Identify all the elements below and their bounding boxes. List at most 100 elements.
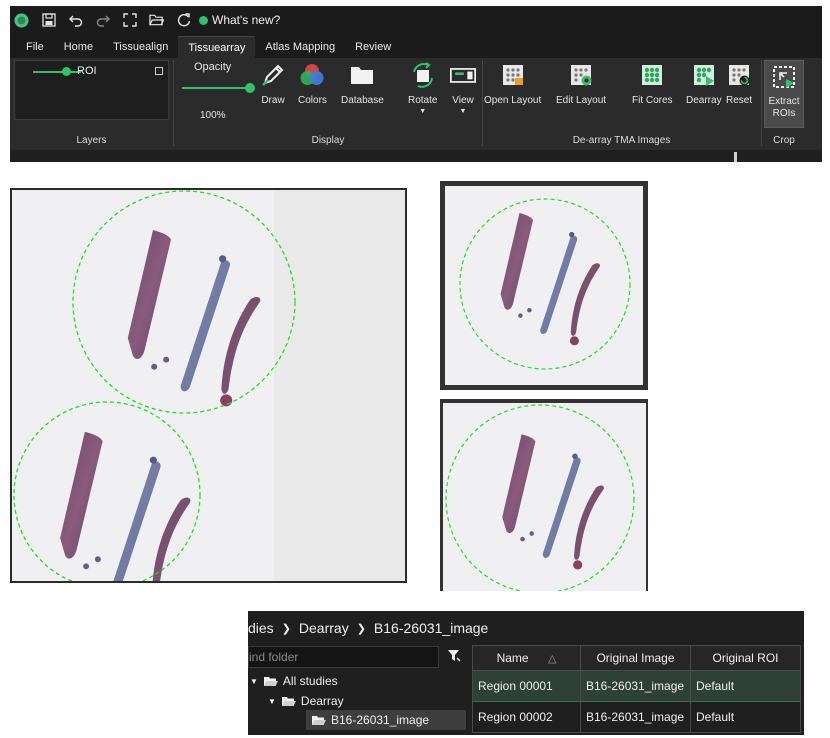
tree-item-b16-26031-image[interactable]: B16-26031_image	[312, 710, 429, 730]
pencil-icon	[260, 62, 286, 88]
fit-cores-button[interactable]: Fit Cores	[632, 62, 673, 106]
title-bar: What's new?	[10, 6, 822, 34]
roi-color-dot	[62, 67, 71, 76]
ribbon-shadow	[10, 150, 822, 162]
reset-button[interactable]: Reset	[726, 62, 752, 106]
column-header-name[interactable]: Name △	[472, 645, 581, 671]
dearray-button[interactable]: Dearray	[686, 62, 722, 106]
sort-ascending-icon[interactable]: △	[548, 653, 556, 665]
find-folder-input[interactable]: ind folder	[248, 646, 439, 668]
caret-down-icon[interactable]: ▼	[250, 677, 258, 686]
display-group-label: Display	[311, 135, 345, 146]
tree-item-all-studies[interactable]: ▼ All studies	[250, 671, 338, 691]
view-icon	[450, 62, 476, 88]
breadcrumb-item[interactable]: Dearray	[299, 620, 349, 636]
crop-group-label: Crop	[773, 135, 795, 146]
cell-name: Region 00002	[472, 701, 581, 733]
column-header-original-roi[interactable]: Original ROI	[690, 645, 801, 671]
tissue-core-image	[459, 198, 631, 370]
tree-item-label: All studies	[282, 674, 338, 688]
table-row[interactable]: Region 00002 B16-26031_image Default	[472, 701, 801, 733]
chevron-right-icon: ❯	[356, 622, 366, 635]
menu-atlas-mapping[interactable]: Atlas Mapping	[255, 36, 345, 58]
whats-new-link[interactable]: What's new?	[199, 13, 280, 27]
extract-label-line1: Extract	[768, 96, 800, 107]
view-button[interactable]: View ▼	[450, 62, 476, 115]
breadcrumb-item[interactable]: dies	[248, 620, 274, 636]
scroll-marker	[734, 152, 737, 162]
menu-file[interactable]: File	[16, 36, 54, 58]
database-button[interactable]: Database	[341, 62, 384, 106]
column-header-original-image[interactable]: Original Image	[580, 645, 691, 671]
extract-rois-icon	[771, 64, 797, 90]
source-image-panel[interactable]	[10, 188, 407, 583]
edit-layout-icon	[568, 62, 594, 88]
tree-item-dearray[interactable]: ▼ Dearray	[268, 691, 344, 711]
menu-tissuearray[interactable]: Tissuearray	[178, 36, 256, 58]
filter-icon[interactable]	[447, 649, 461, 663]
table-row[interactable]: Region 00001 B16-26031_image Default	[472, 670, 801, 702]
roi-circle[interactable]	[13, 401, 201, 581]
open-layout-button[interactable]: Open Layout	[484, 62, 541, 106]
open-folder-icon[interactable]	[149, 13, 164, 28]
fit-cores-label: Fit Cores	[632, 95, 673, 106]
fit-cores-icon	[639, 62, 665, 88]
whats-new-label: What's new?	[212, 13, 281, 27]
extracted-roi-image	[445, 186, 643, 385]
rotate-label: Rotate	[408, 95, 438, 106]
undo-icon[interactable]	[68, 13, 83, 28]
save-icon[interactable]	[41, 13, 56, 28]
menu-tissuealign[interactable]: Tissuealign	[103, 36, 178, 58]
colors-icon	[299, 62, 325, 88]
cell-original-image: B16-26031_image	[580, 670, 691, 702]
reset-label: Reset	[726, 95, 753, 106]
edit-layout-button[interactable]: Edit Layout	[556, 62, 606, 106]
separator	[173, 60, 174, 146]
caret-down-icon[interactable]: ▼	[268, 697, 276, 706]
cell-name: Region 00001	[472, 670, 581, 702]
roi-layer-label[interactable]: ROI	[77, 65, 97, 77]
breadcrumb-item[interactable]: B16-26031_image	[374, 620, 488, 636]
layer-options-icon[interactable]	[155, 67, 163, 75]
extract-label-line2: ROIs	[772, 108, 796, 119]
separator	[761, 60, 762, 146]
rotate-dropdown-icon[interactable]: ▼	[419, 108, 426, 115]
draw-label: Draw	[261, 95, 285, 106]
menu-home[interactable]: Home	[54, 36, 103, 58]
app-logo-icon	[14, 13, 29, 28]
rotate-button[interactable]: Rotate ▼	[408, 62, 437, 115]
fullscreen-icon[interactable]	[122, 13, 137, 28]
slide-image[interactable]	[12, 190, 405, 581]
cell-original-roi: Default	[690, 701, 801, 733]
tree-item-label: B16-26031_image	[331, 713, 430, 727]
roi-circle[interactable]	[445, 404, 635, 591]
extracted-roi-image	[443, 403, 646, 591]
redo-icon[interactable]	[95, 13, 110, 28]
extracted-roi-panel[interactable]	[440, 399, 648, 591]
cell-original-image: B16-26031_image	[580, 701, 691, 733]
opacity-slider-thumb[interactable]	[245, 83, 255, 93]
menu-review[interactable]: Review	[345, 36, 401, 58]
folder-open-icon	[281, 696, 296, 706]
roi-color-line	[33, 71, 81, 73]
roi-circle[interactable]	[459, 198, 631, 370]
cell-original-roi: Default	[690, 670, 801, 702]
colors-label: Colors	[298, 95, 327, 106]
dearray-group-label: De-array TMA Images	[572, 135, 671, 146]
view-dropdown-icon[interactable]: ▼	[460, 108, 467, 115]
folder-icon	[349, 62, 375, 88]
ribbon: ROI Layers Opacity 100% Draw Colors Data…	[10, 58, 822, 150]
opacity-slider-track[interactable]	[182, 87, 250, 89]
rotate-icon	[410, 62, 436, 88]
extracted-roi-panel[interactable]	[440, 181, 648, 390]
tree-item-label: Dearray	[300, 694, 344, 708]
chevron-right-icon: ❯	[281, 622, 291, 635]
colors-button[interactable]: Colors	[298, 62, 327, 106]
open-layout-label: Open Layout	[484, 95, 542, 106]
refresh-icon[interactable]	[176, 13, 191, 28]
extract-rois-button[interactable]: Extract ROIs	[764, 60, 804, 128]
layers-list[interactable]: ROI	[14, 60, 169, 120]
edit-layout-label: Edit Layout	[556, 95, 607, 106]
draw-button[interactable]: Draw	[260, 62, 286, 106]
database-label: Database	[341, 95, 384, 106]
